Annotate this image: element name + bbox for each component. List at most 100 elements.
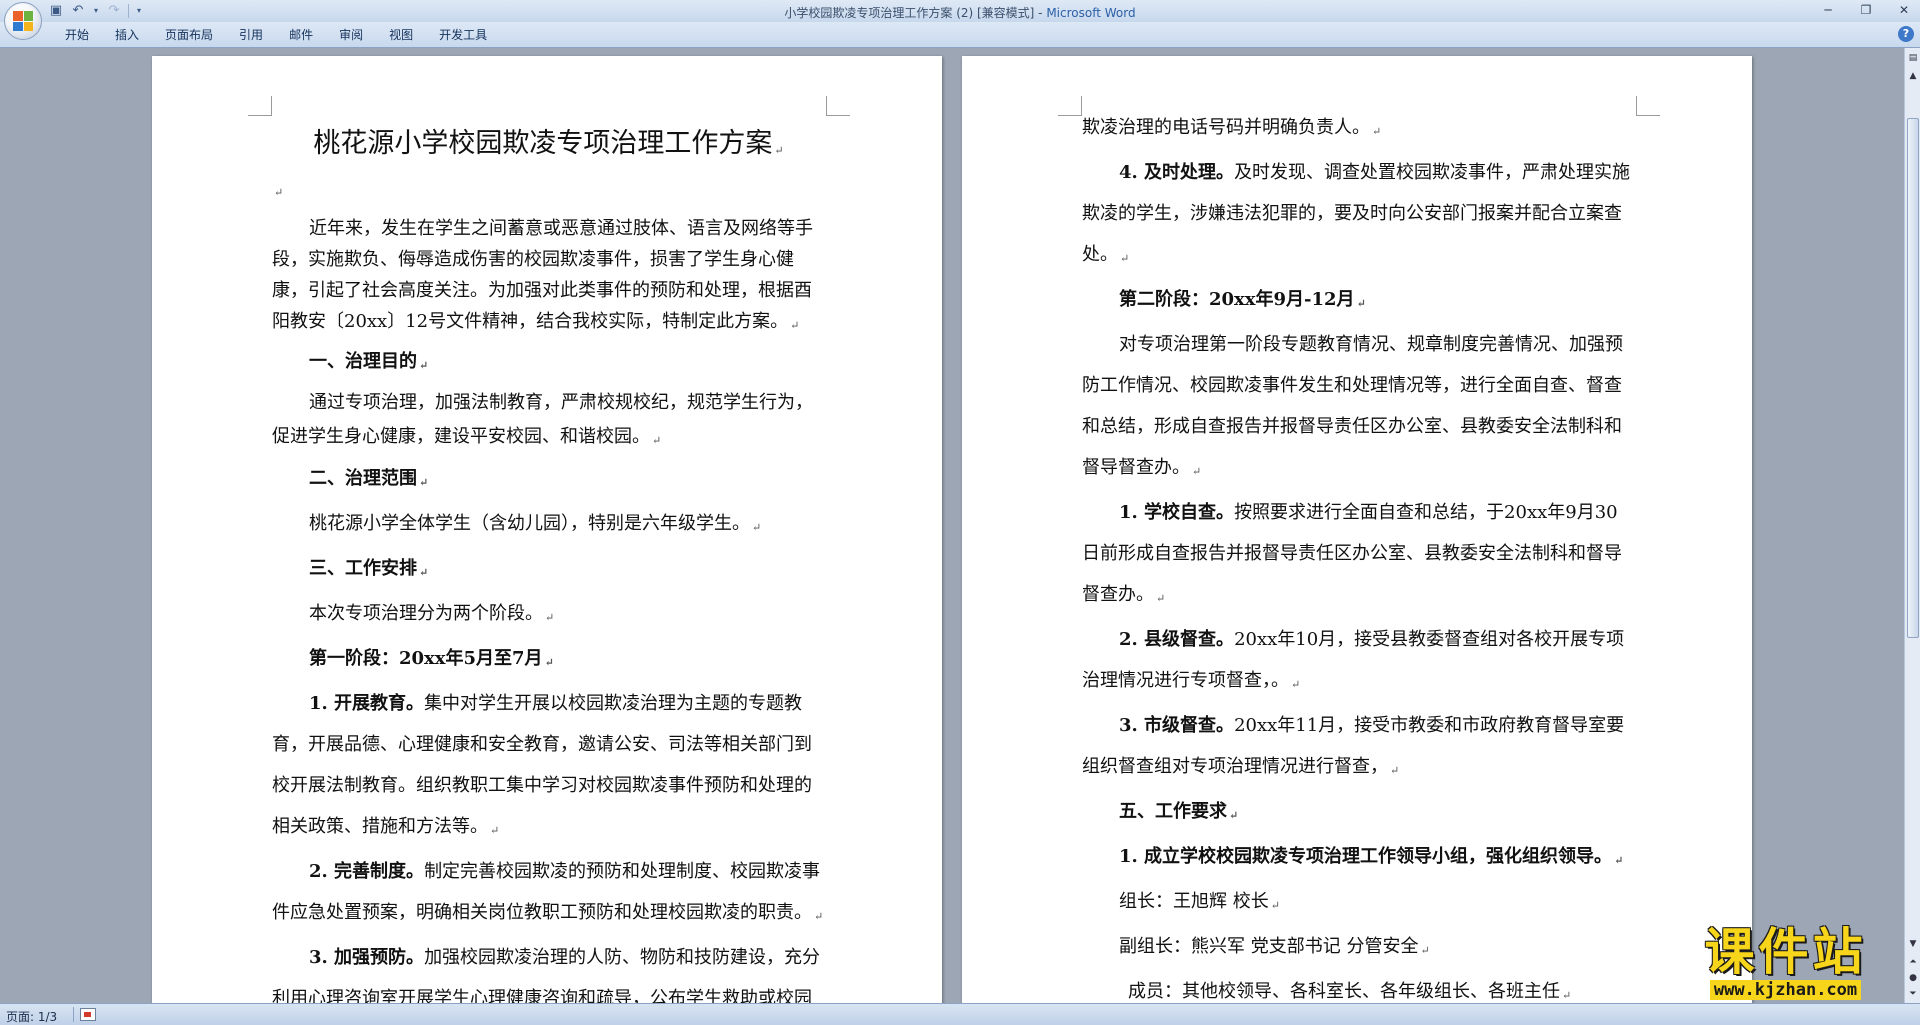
ruler-toggle-icon[interactable]: ▤	[1906, 50, 1920, 66]
crop-mark-top-left	[248, 96, 272, 116]
stage-two-heading: 第二阶段：20xx年9月-12月 ↵	[1082, 279, 1635, 324]
purpose-paragraph: 通过专项治理，加强法制教育，严肃校规校纪，规范学生行为，促进学生身心健康，建设平…	[272, 386, 825, 458]
page-1-body: 桃花源小学校园欺凌专项治理工作方案 ↵ ↵ 近年来，发生在学生之间蓄意或恶意通过肢…	[272, 124, 825, 1003]
office-button[interactable]	[4, 2, 42, 40]
paragraph-mark: ↵	[1229, 809, 1239, 822]
group-members-text: 成员：其他校领导、各科室长、各年级组长、各班主任	[1128, 981, 1560, 1002]
document-title: 桃花源小学校园欺凌专项治理工作方案 ↵	[272, 124, 825, 171]
item-system: 2. 完善制度。制定完善校园欺凌的预防和处理制度、校园欺凌事件应急处置预案，明确…	[272, 851, 825, 937]
heading-requirements-text: 五、工作要求	[1119, 801, 1227, 822]
status-bar: 页面: 1/3	[0, 1003, 1920, 1025]
tab-review[interactable]: 审阅	[326, 27, 376, 43]
requirement-group: 1. 成立学校校园欺凌专项治理工作领导小组，强化组织领导。 ↵	[1082, 836, 1635, 881]
status-page-count[interactable]: 页面: 1/3	[6, 1008, 57, 1025]
tab-insert[interactable]: 插入	[102, 27, 152, 43]
purpose-text: 通过专项治理，加强法制教育，严肃校规校纪，规范学生行为，促进学生身心健康，建设平…	[272, 392, 813, 447]
minimize-icon[interactable]: ─	[1816, 1, 1840, 19]
heading-scope-text: 二、治理范围	[309, 468, 417, 489]
paragraph-mark: ↵	[419, 476, 429, 489]
ribbon-tab-bar: 开始 插入 页面布局 引用 邮件 审阅 视图 开发工具 ?	[0, 22, 1920, 48]
macro-record-icon[interactable]	[80, 1008, 96, 1021]
continued-text: 欺凌治理的电话号码并明确负责人。	[1082, 117, 1370, 138]
requirement-group-text: 1. 成立学校校园欺凌专项治理工作领导小组，强化组织领导。	[1119, 846, 1613, 867]
item-education: 1. 开展教育。集中对学生开展以校园欺凌治理为主题的专题教育，开展品德、心理健康…	[272, 683, 825, 851]
stage-two-text: 第二阶段：20xx年9月-12月	[1119, 289, 1355, 310]
paragraph-mark: ↵	[419, 566, 429, 579]
item-self-check: 1. 学校自查。按照要求进行全面自查和总结，于20xx年9月30日前形成自查报告…	[1082, 492, 1635, 619]
item-system-label: 2. 完善制度。	[309, 861, 425, 882]
group-deputy-text: 副组长：熊兴军 党支部书记 分管安全	[1119, 936, 1419, 957]
paragraph-mark: ↵	[274, 186, 284, 199]
document-workspace: 桃花源小学校园欺凌专项治理工作方案 ↵ ↵ 近年来，发生在学生之间蓄意或恶意通过肢…	[0, 48, 1904, 1003]
crop-mark-top-right	[1636, 96, 1660, 116]
watermark-logo: 课件站 www.kjzhan.com	[1673, 924, 1898, 1002]
page-2-body: 欺凌治理的电话号码并明确负责人。 ↵ 4. 及时处理。及时发现、调查处置校园欺凌事…	[1082, 107, 1635, 1003]
item-prevention: 3. 加强预防。加强校园欺凌治理的人防、物防和技防建设，充分利用心理咨询室开展学…	[272, 937, 825, 1003]
next-page-icon[interactable]: ⏷	[1906, 986, 1920, 1002]
scope-paragraph: 桃花源小学全体学生（含幼儿园），特别是六年级学生。 ↵	[272, 503, 825, 548]
document-page-1[interactable]: 桃花源小学校园欺凌专项治理工作方案 ↵ ↵ 近年来，发生在学生之间蓄意或恶意通过肢…	[152, 56, 942, 1003]
item-city-check-label: 3. 市级督查。	[1119, 715, 1235, 736]
scope-text: 桃花源小学全体学生（含幼儿园），特别是六年级学生。	[309, 513, 750, 534]
arrangement-paragraph: 本次专项治理分为两个阶段。 ↵	[272, 593, 825, 638]
paragraph-mark: ↵	[1291, 678, 1301, 691]
scroll-up-icon[interactable]: ▲	[1906, 68, 1920, 84]
item-education-label: 1. 开展教育。	[309, 693, 425, 714]
group-leader: 组长：王旭辉 校长 ↵	[1082, 881, 1635, 926]
scroll-down-icon[interactable]: ▼	[1906, 936, 1920, 952]
tab-home[interactable]: 开始	[52, 27, 102, 43]
paragraph-mark: ↵	[1372, 125, 1382, 138]
group-members: 成员：其他校领导、各科室长、各年级组长、各班主任 ↵	[1082, 971, 1635, 1003]
watermark-title: 课件站	[1704, 923, 1867, 981]
help-icon[interactable]: ?	[1898, 26, 1914, 42]
tab-developer[interactable]: 开发工具	[426, 27, 500, 43]
paragraph-mark: ↵	[419, 359, 429, 372]
paragraph-mark: ↵	[1192, 465, 1202, 478]
continued-paragraph: 欺凌治理的电话号码并明确负责人。 ↵	[1082, 107, 1635, 152]
group-deputy: 副组长：熊兴军 党支部书记 分管安全 ↵	[1082, 926, 1635, 971]
empty-paragraph: ↵	[272, 171, 825, 211]
select-browse-object-icon[interactable]: ●	[1906, 970, 1920, 986]
stage-one-text: 第一阶段：20xx年5月至7月	[309, 648, 543, 669]
paragraph-mark: ↵	[1420, 944, 1430, 957]
paragraph-mark: ↵	[1614, 854, 1624, 867]
paragraph-mark: ↵	[790, 319, 800, 332]
heading-purpose-text: 一、治理目的	[309, 351, 417, 372]
item-county-check: 2. 县级督查。20xx年10月，接受县教委督查组对各校开展专项治理情况进行专项…	[1082, 619, 1635, 705]
tab-view[interactable]: 视图	[376, 27, 426, 43]
paragraph-mark: ↵	[1270, 899, 1280, 912]
arrangement-text: 本次专项治理分为两个阶段。	[309, 603, 543, 624]
stage-two-body: 对专项治理第一阶段专题教育情况、规章制度完善情况、加强预防工作情况、校园欺凌事件…	[1082, 334, 1623, 478]
paragraph-mark: ↵	[1356, 297, 1366, 310]
office-logo-icon	[13, 11, 33, 31]
intro-paragraph: 近年来，发生在学生之间蓄意或恶意通过肢体、语言及网络等手段，实施欺负、侮辱造成伤…	[272, 213, 825, 341]
vertical-scrollbar[interactable]: ▤ ▲ ▼ ⏶ ● ⏷	[1904, 48, 1920, 1003]
crop-mark-top-left	[1058, 96, 1082, 116]
crop-mark-top-right	[826, 96, 850, 116]
tab-references[interactable]: 引用	[226, 27, 276, 43]
window-title-doc: 小学校园欺凌专项治理工作方案 (2) [兼容模式] -	[784, 6, 1047, 20]
previous-page-icon[interactable]: ⏶	[1906, 954, 1920, 970]
window-title-app: Microsoft Word	[1046, 6, 1136, 20]
heading-scope: 二、治理范围 ↵	[272, 458, 825, 503]
watermark-url: www.kjzhan.com	[1709, 980, 1862, 1000]
scrollbar-thumb[interactable]	[1907, 118, 1919, 638]
stage-one-heading: 第一阶段：20xx年5月至7月 ↵	[272, 638, 825, 683]
paragraph-mark: ↵	[1562, 989, 1572, 1002]
document-title-text: 桃花源小学校园欺凌专项治理工作方案	[313, 128, 773, 159]
paragraph-mark: ↵	[544, 656, 554, 669]
window-title: 小学校园欺凌专项治理工作方案 (2) [兼容模式] - Microsoft Wo…	[0, 4, 1920, 21]
paragraph-mark: ↵	[752, 521, 762, 534]
maximize-icon[interactable]: ❐	[1854, 1, 1878, 19]
item-handling: 4. 及时处理。及时发现、调查处置校园欺凌事件，严肃处理实施欺凌的学生，涉嫌违法…	[1082, 152, 1635, 279]
paragraph-mark: ↵	[814, 910, 824, 923]
heading-arrangement: 三、工作安排 ↵	[272, 548, 825, 593]
tab-page-layout[interactable]: 页面布局	[152, 27, 226, 43]
item-city-check: 3. 市级督查。20xx年11月，接受市教委和市政府教育督导室要组织督查组对专项…	[1082, 705, 1635, 791]
group-leader-text: 组长：王旭辉 校长	[1119, 891, 1269, 912]
tab-mailings[interactable]: 邮件	[276, 27, 326, 43]
item-self-check-label: 1. 学校自查。	[1119, 502, 1235, 523]
stage-two-paragraph: 对专项治理第一阶段专题教育情况、规章制度完善情况、加强预防工作情况、校园欺凌事件…	[1082, 324, 1635, 492]
document-page-2[interactable]: 欺凌治理的电话号码并明确负责人。 ↵ 4. 及时处理。及时发现、调查处置校园欺凌事…	[962, 56, 1752, 1003]
close-icon[interactable]: ✕	[1892, 1, 1916, 19]
